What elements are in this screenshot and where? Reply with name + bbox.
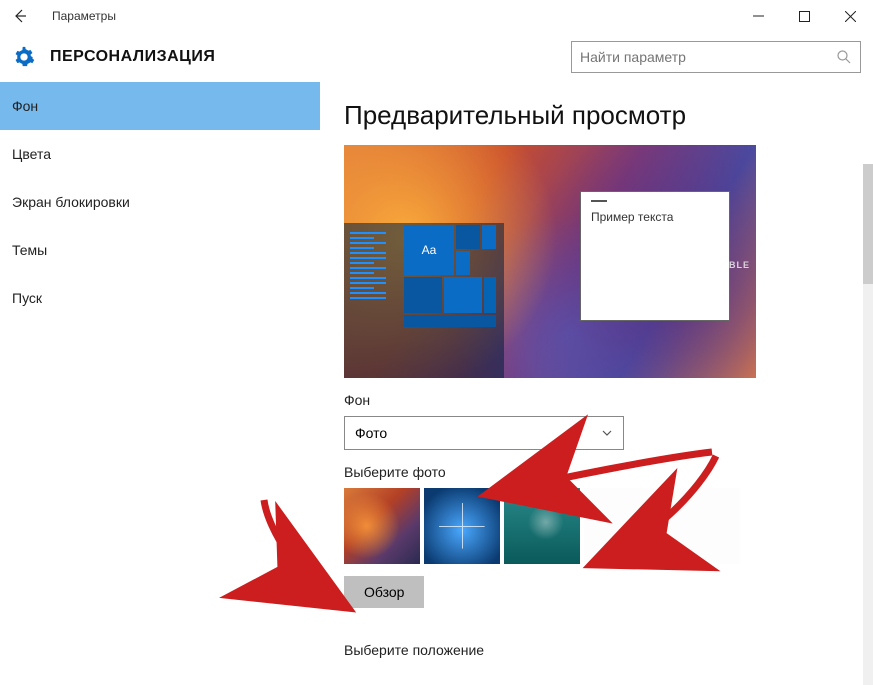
preview-edge-text: EDIBLE — [711, 260, 750, 270]
back-button[interactable] — [4, 0, 36, 32]
window-controls — [735, 0, 873, 32]
main-layout: Фон Цвета Экран блокировки Темы Пуск Пре… — [0, 82, 873, 685]
title-bar: Параметры — [0, 0, 873, 32]
thumbnail-4[interactable] — [584, 488, 660, 564]
minimize-icon — [753, 11, 764, 22]
choose-fit-label: Выберите положение — [344, 642, 849, 658]
desktop-preview: Aa Пример текста EDIBLE — [344, 145, 756, 378]
sidebar-item-label: Пуск — [12, 290, 42, 306]
preview-heading: Предварительный просмотр — [344, 100, 849, 131]
minimize-button[interactable] — [735, 0, 781, 32]
vertical-scrollbar[interactable] — [863, 164, 873, 685]
close-icon — [845, 11, 856, 22]
preview-tile-aa: Aa — [404, 225, 454, 275]
search-input[interactable] — [580, 49, 836, 65]
chevron-down-icon — [601, 427, 613, 439]
thumbnail-1[interactable] — [344, 488, 420, 564]
search-box[interactable] — [571, 41, 861, 73]
background-type-dropdown[interactable]: Фото — [344, 416, 624, 450]
choose-photo-label: Выберите фото — [344, 464, 849, 480]
sidebar-item-label: Цвета — [12, 146, 51, 162]
close-button[interactable] — [827, 0, 873, 32]
maximize-button[interactable] — [781, 0, 827, 32]
page-title: ПЕРСОНАЛИЗАЦИЯ — [50, 48, 215, 66]
sidebar-item-start[interactable]: Пуск — [0, 274, 320, 322]
scrollbar-thumb[interactable] — [863, 164, 873, 284]
preview-tiles: Aa — [404, 225, 496, 343]
sidebar-item-label: Темы — [12, 242, 47, 258]
header-row: ПЕРСОНАЛИЗАЦИЯ — [0, 32, 873, 82]
header-left: ПЕРСОНАЛИЗАЦИЯ — [12, 45, 215, 69]
sidebar-item-themes[interactable]: Темы — [0, 226, 320, 274]
maximize-icon — [799, 11, 810, 22]
gear-icon — [12, 45, 36, 69]
browse-button[interactable]: Обзор — [344, 576, 424, 608]
sidebar: Фон Цвета Экран блокировки Темы Пуск — [0, 82, 320, 685]
arrow-left-icon — [12, 8, 28, 24]
preview-app-list — [350, 229, 386, 302]
content-area: Предварительный просмотр Aa Пример текст… — [320, 82, 873, 685]
background-label: Фон — [344, 392, 849, 408]
photo-thumbnails — [344, 488, 849, 564]
thumbnail-2[interactable] — [424, 488, 500, 564]
preview-start-menu: Aa — [344, 223, 504, 378]
preview-sample-window: Пример текста — [580, 191, 730, 321]
app-title: Параметры — [52, 9, 116, 23]
sidebar-item-label: Фон — [12, 98, 38, 114]
sidebar-item-background[interactable]: Фон — [0, 82, 320, 130]
sidebar-item-lockscreen[interactable]: Экран блокировки — [0, 178, 320, 226]
preview-sample-text: Пример текста — [591, 210, 719, 224]
dropdown-value: Фото — [355, 425, 387, 441]
sidebar-item-colors[interactable]: Цвета — [0, 130, 320, 178]
sidebar-item-label: Экран блокировки — [12, 194, 130, 210]
thumbnail-3[interactable] — [504, 488, 580, 564]
thumbnail-5[interactable] — [664, 488, 740, 564]
title-bar-left: Параметры — [4, 0, 116, 32]
search-icon — [836, 49, 852, 65]
